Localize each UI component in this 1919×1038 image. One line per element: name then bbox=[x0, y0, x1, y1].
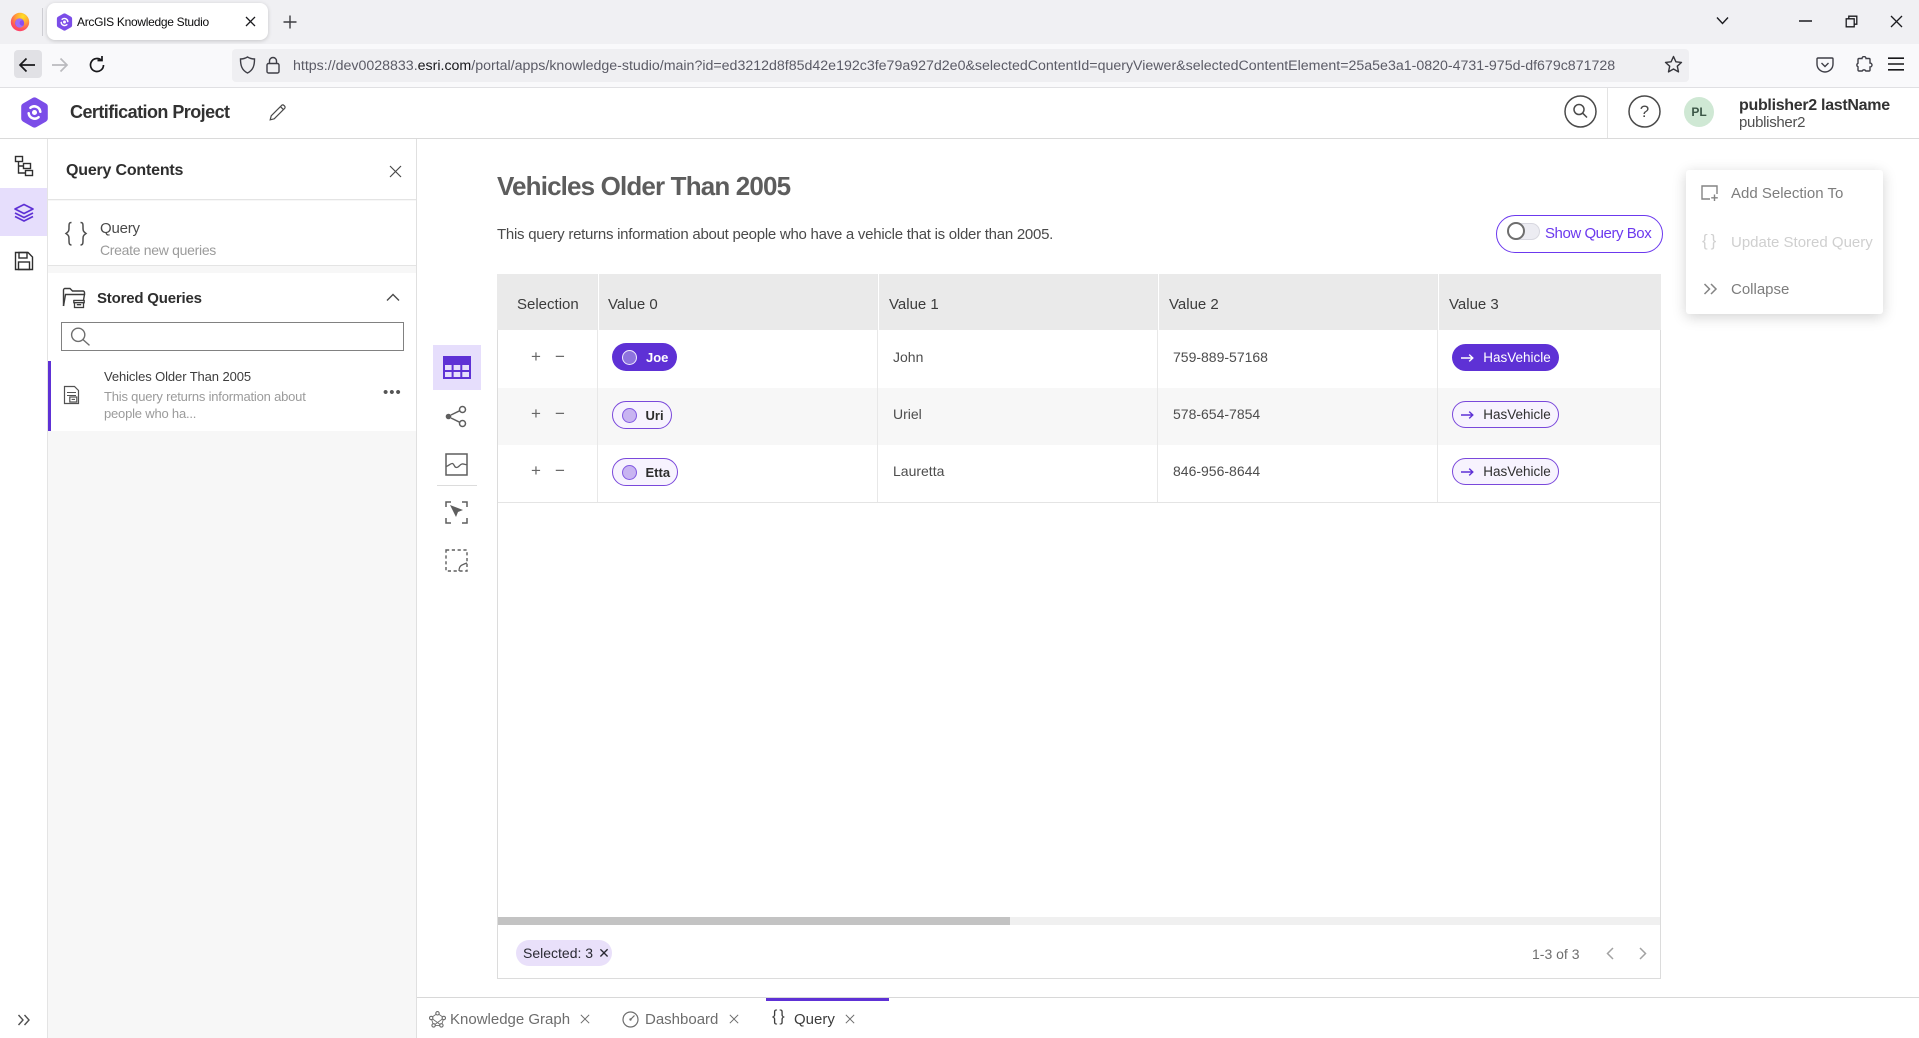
svg-text:?: ? bbox=[1640, 102, 1649, 121]
